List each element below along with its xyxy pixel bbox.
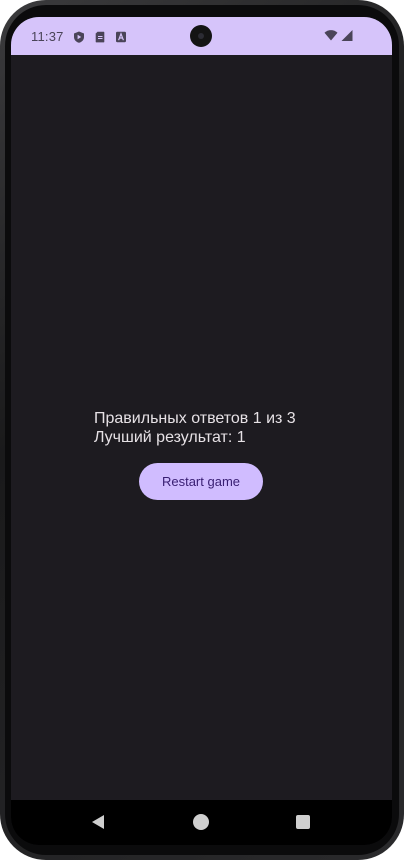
status-bar: 11:37 xyxy=(11,17,392,55)
status-time: 11:37 xyxy=(31,29,64,44)
play-protect-icon xyxy=(73,30,85,43)
screen: 11:37 Правильных ответов 1 из 3 Лучший р… xyxy=(11,17,392,845)
wifi-icon xyxy=(324,29,338,42)
best-result-text: Лучший результат: 1 xyxy=(94,429,246,446)
front-camera xyxy=(190,25,212,47)
sim-card-icon xyxy=(94,30,106,43)
correct-answers-text: Правильных ответов 1 из 3 xyxy=(94,410,296,427)
game-result-screen: Правильных ответов 1 из 3 Лучший результ… xyxy=(11,55,392,800)
result-text-block: Правильных ответов 1 из 3 Лучший результ… xyxy=(94,409,296,447)
navigation-bar xyxy=(11,800,392,845)
back-icon[interactable] xyxy=(89,812,109,832)
accessibility-a-icon xyxy=(115,30,127,43)
cellular-signal-icon xyxy=(341,29,353,42)
home-icon[interactable] xyxy=(191,812,211,832)
restart-game-button[interactable]: Restart game xyxy=(139,463,263,500)
recents-icon[interactable] xyxy=(293,812,313,832)
